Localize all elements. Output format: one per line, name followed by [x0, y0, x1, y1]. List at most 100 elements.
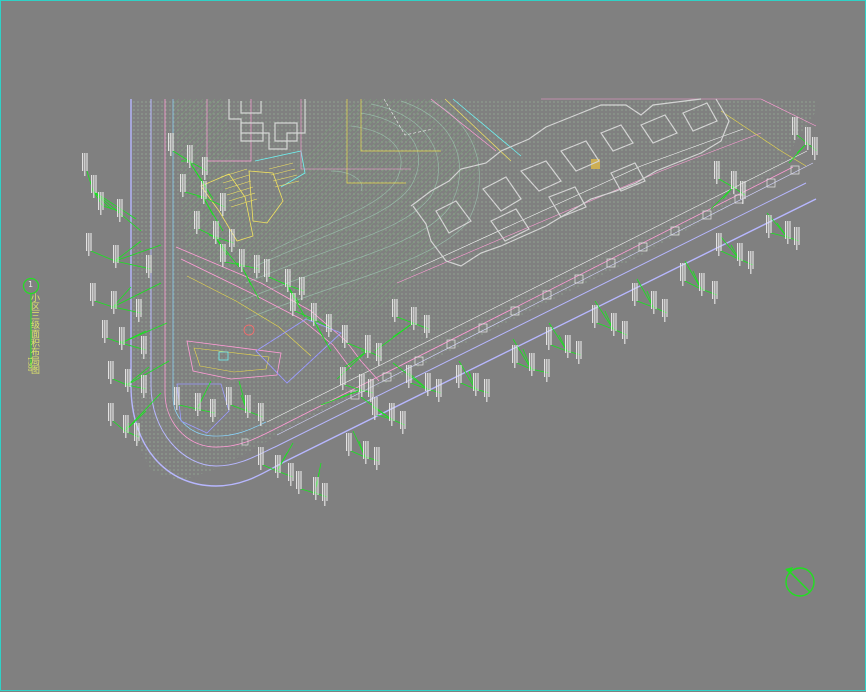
- label-glyph-block: [365, 335, 367, 353]
- label-glyph-block: [143, 375, 145, 398]
- leader-line: [512, 338, 532, 370]
- label-glyph-block: [289, 269, 291, 287]
- label-glyph-block: [121, 199, 123, 217]
- label-glyph-block: [548, 359, 550, 377]
- label-glyph-block: [666, 299, 668, 317]
- label-glyph-block: [369, 335, 371, 353]
- label-glyph-block: [374, 397, 376, 420]
- label-glyph-block: [117, 245, 119, 263]
- label-glyph-block: [794, 227, 796, 245]
- label-glyph-block: [292, 463, 294, 481]
- label-glyph-block: [378, 343, 380, 366]
- label-glyph-block: [201, 181, 203, 199]
- label-glyph-block: [714, 161, 716, 179]
- label-glyph-block: [565, 335, 567, 353]
- label-glyph-block: [739, 243, 741, 266]
- label-glyph-block: [477, 373, 479, 391]
- label-glyph-block: [279, 455, 281, 473]
- label-glyph-block: [400, 411, 402, 429]
- label-glyph-block: [145, 375, 147, 393]
- label-glyph-block: [170, 133, 172, 156]
- label-glyph-block: [86, 153, 88, 171]
- label-glyph-block: [115, 291, 117, 309]
- site-plan-drawing: [22, 98, 818, 597]
- label-glyph-block: [812, 137, 814, 155]
- label-glyph-block: [299, 277, 301, 295]
- label-glyph-block: [288, 463, 290, 481]
- label-glyph-block: [720, 233, 722, 251]
- label-glyph-block: [258, 447, 260, 465]
- label-glyph-block: [222, 244, 224, 267]
- label-glyph-block: [531, 353, 533, 376]
- label-glyph-block: [143, 336, 145, 359]
- label-glyph-block: [205, 181, 207, 199]
- label-glyph-block: [226, 387, 228, 405]
- label-glyph-block: [363, 374, 365, 392]
- leader-line: [766, 212, 788, 238]
- label-glyph-block: [91, 175, 93, 193]
- label-glyph-block: [548, 327, 550, 350]
- label-glyph-block: [680, 263, 682, 281]
- label-glyph-block: [634, 283, 636, 306]
- label-glyph-block: [624, 321, 626, 344]
- label-glyph-block: [258, 403, 260, 421]
- label-glyph-block: [740, 181, 742, 199]
- label-glyph-block: [262, 403, 264, 421]
- label-glyph-block: [195, 393, 197, 411]
- label-glyph-block: [127, 369, 129, 392]
- label-glyph-block: [82, 153, 84, 171]
- label-glyph-block: [789, 221, 791, 239]
- cad-viewport[interactable]: 1 小区三级面积布局图 1:300: [0, 0, 866, 691]
- label-glyph-block: [733, 171, 735, 194]
- label-glyph-block: [440, 379, 442, 397]
- label-glyph-block: [514, 345, 516, 368]
- label-glyph-block: [290, 293, 292, 311]
- label-glyph-block: [344, 325, 346, 348]
- leader-line: [594, 300, 614, 330]
- label-glyph-block: [203, 181, 205, 204]
- label-glyph-block: [344, 367, 346, 385]
- label-glyph-block: [380, 343, 382, 361]
- label-glyph-block: [796, 117, 798, 135]
- label-glyph-block: [266, 259, 268, 282]
- label-glyph-block: [684, 263, 686, 281]
- drawing-number: 1: [28, 280, 34, 289]
- label-glyph-block: [112, 361, 114, 379]
- label-glyph-block: [303, 277, 305, 295]
- label-glyph-block: [342, 367, 344, 390]
- label-glyph-block: [258, 255, 260, 273]
- label-glyph-block: [716, 161, 718, 184]
- label-glyph-block: [95, 175, 97, 193]
- label-glyph-block: [737, 243, 739, 261]
- label-glyph-block: [475, 373, 477, 396]
- label-glyph-block: [141, 375, 143, 393]
- label-glyph-block: [372, 379, 374, 397]
- label-glyph-block: [340, 367, 342, 385]
- label-glyph-block: [243, 249, 245, 267]
- label-glyph-block: [111, 291, 113, 309]
- label-glyph-block: [456, 365, 458, 383]
- label-glyph-block: [189, 145, 191, 168]
- label-glyph-block: [567, 335, 569, 358]
- label-glyph-block: [816, 137, 818, 155]
- label-glyph-block: [714, 281, 716, 304]
- label-glyph-block: [576, 341, 578, 359]
- leader-line: [720, 236, 740, 260]
- label-glyph-block: [484, 379, 486, 397]
- label-glyph-block: [268, 259, 270, 277]
- label-glyph-block: [115, 245, 117, 268]
- label-glyph-block: [328, 314, 330, 337]
- label-glyph-block: [389, 403, 391, 421]
- label-glyph-block: [699, 273, 701, 291]
- label-glyph-block: [410, 365, 412, 383]
- label-glyph-block: [176, 387, 178, 410]
- label-glyph-block: [90, 233, 92, 251]
- north-arrow-icon: [785, 567, 815, 597]
- label-glyph-block: [546, 327, 548, 345]
- label-glyph-block: [100, 192, 102, 215]
- label-glyph-block: [393, 403, 395, 421]
- label-glyph-block: [367, 335, 369, 358]
- label-glyph-block: [117, 199, 119, 217]
- label-glyph-block: [744, 181, 746, 199]
- label-glyph-block: [92, 283, 94, 306]
